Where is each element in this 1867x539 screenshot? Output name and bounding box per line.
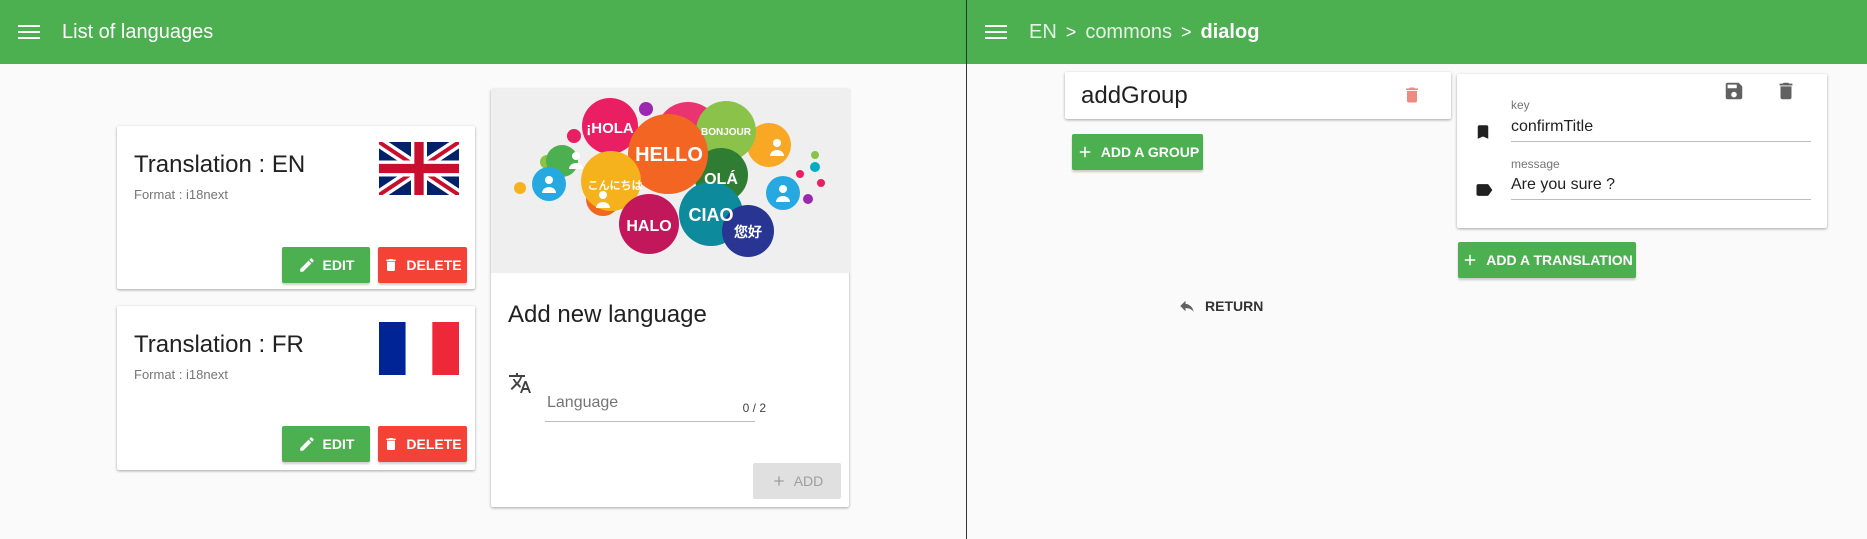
trash-icon: [386, 438, 397, 450]
language-card-fr: Translation : FR Format : i18next EDIT D…: [117, 306, 475, 470]
key-label: key: [1511, 98, 1530, 112]
page-title: List of languages: [62, 20, 214, 43]
group-card[interactable]: addGroup: [1065, 72, 1451, 119]
delete-translation-icon[interactable]: [1775, 80, 1797, 102]
uk-flag-icon: [379, 142, 459, 195]
key-field[interactable]: confirmTitle: [1511, 116, 1811, 142]
breadcrumb-separator: >: [1065, 21, 1077, 42]
breadcrumb-item-current: dialog: [1200, 20, 1260, 43]
plus-icon: [774, 476, 784, 486]
save-icon[interactable]: [1723, 80, 1745, 102]
edit-button-label: EDIT: [322, 257, 355, 273]
bubble-text: CIAO: [689, 205, 734, 225]
language-card-title: Translation : FR: [134, 331, 304, 358]
breadcrumb-item-language[interactable]: EN: [1029, 21, 1057, 44]
trash-icon: [386, 259, 397, 271]
delete-button-label: DELETE: [406, 257, 462, 273]
plus-icon: [1465, 254, 1476, 266]
language-card-format: Format : i18next: [134, 187, 228, 202]
delete-group-icon[interactable]: [1402, 85, 1422, 105]
languages-pane: List of languages Translation : EN Forma…: [0, 0, 966, 539]
translate-icon: [509, 373, 531, 393]
message-label: message: [1511, 157, 1560, 171]
languages-speech-bubbles-image: ¡HOLA HELLO BONJOUR OLÁ こんにちは CIAO HALO …: [491, 89, 851, 273]
add-translation-button[interactable]: ADD A TRANSLATION: [1458, 242, 1636, 278]
bubble-text: ¡HOLA: [586, 120, 634, 137]
add-language-card: ¡HOLA HELLO BONJOUR OLÁ こんにちは CIAO HALO …: [491, 89, 851, 507]
add-language-title: Add new language: [508, 301, 707, 328]
bubble-text: HALO: [626, 218, 671, 235]
edit-button-label: EDIT: [322, 436, 355, 452]
add-group-button[interactable]: ADD A GROUP: [1072, 134, 1203, 170]
add-translation-label: ADD A TRANSLATION: [1486, 252, 1633, 268]
menu-icon[interactable]: [983, 22, 1009, 42]
pencil-icon: [299, 437, 314, 451]
top-app-bar: EN > commons > dialog: [967, 0, 1867, 64]
translations-pane: EN > commons > dialog addGroup ADD A GRO…: [966, 0, 1867, 539]
add-language-button[interactable]: ADD: [753, 463, 841, 499]
edit-button[interactable]: EDIT: [282, 247, 370, 283]
delete-button[interactable]: DELETE: [378, 426, 467, 462]
bubble-text: こんにちは: [588, 179, 643, 192]
message-field[interactable]: Are you sure ?: [1511, 174, 1811, 200]
delete-button-label: DELETE: [406, 436, 462, 452]
translation-card: key confirmTitle message Are you sure ?: [1457, 74, 1827, 228]
label-icon: [1476, 184, 1493, 196]
group-title: addGroup: [1081, 82, 1188, 109]
return-button[interactable]: RETURN: [1177, 297, 1263, 315]
language-field: [545, 394, 755, 422]
breadcrumb: EN > commons > dialog: [1029, 21, 1259, 44]
france-flag-icon: [379, 322, 459, 375]
add-button-label: ADD: [793, 473, 824, 489]
language-card-title: Translation : EN: [134, 151, 306, 178]
breadcrumb-separator: >: [1181, 21, 1192, 42]
return-label: RETURN: [1205, 298, 1264, 314]
bookmark-icon: [1477, 125, 1489, 139]
delete-button[interactable]: DELETE: [378, 247, 467, 283]
menu-icon[interactable]: [16, 22, 42, 42]
bubble-text: HELLO: [635, 144, 703, 166]
language-card-format: Format : i18next: [134, 367, 228, 382]
breadcrumb-item-namespace[interactable]: commons: [1085, 21, 1172, 44]
bubble-text: 您好: [734, 224, 762, 240]
bubble-text: OLÁ: [704, 169, 738, 188]
pencil-icon: [299, 258, 314, 272]
plus-icon: [1079, 146, 1090, 158]
character-counter: 0 / 2: [742, 401, 766, 415]
edit-button[interactable]: EDIT: [282, 426, 370, 462]
add-group-label: ADD A GROUP: [1100, 144, 1200, 160]
bubble-text: BONJOUR: [701, 127, 752, 138]
language-card-en: Translation : EN Format : i18next EDIT D…: [117, 126, 475, 289]
top-app-bar: List of languages: [0, 0, 966, 64]
language-input[interactable]: [545, 394, 755, 412]
reply-icon: [1180, 300, 1194, 312]
